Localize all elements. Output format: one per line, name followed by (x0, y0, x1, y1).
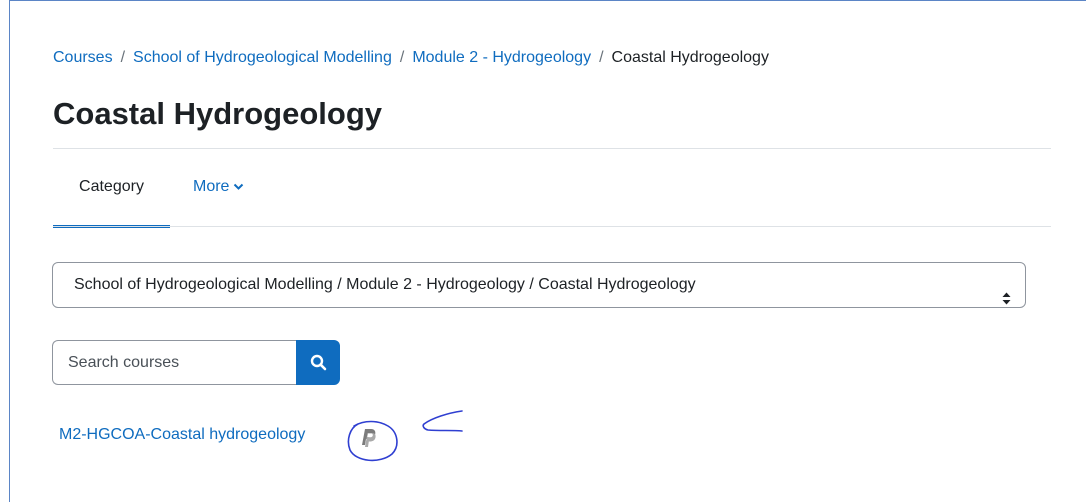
hand-drawn-annotation (347, 410, 463, 462)
search-input[interactable] (52, 340, 297, 385)
category-select[interactable]: School of Hydrogeological Modelling / Mo… (52, 262, 1026, 308)
breadcrumb: Courses / School of Hydrogeological Modell… (53, 49, 769, 67)
breadcrumb-separator: / (399, 49, 405, 66)
page-title: Coastal Hydrogeology (53, 96, 382, 131)
tab-more[interactable]: More (193, 149, 244, 225)
breadcrumb-item-courses[interactable]: Courses (53, 49, 113, 66)
course-search (52, 340, 340, 385)
divider (53, 226, 1051, 227)
breadcrumb-separator: / (599, 49, 604, 66)
tab-more-label: More (193, 178, 230, 196)
category-select-value: School of Hydrogeological Modelling / Mo… (74, 276, 696, 293)
breadcrumb-current: Coastal Hydrogeology (611, 49, 769, 66)
breadcrumb-item-module[interactable]: Module 2 - Hydrogeology (412, 49, 591, 66)
tab-category-label: Category (79, 178, 144, 195)
breadcrumb-separator: / (120, 49, 126, 66)
secondary-navigation: Category More (53, 149, 1051, 228)
chevron-down-icon (233, 149, 244, 225)
search-icon (310, 354, 327, 371)
course-link[interactable]: M2-HGCOA-Coastal hydrogeology (59, 426, 305, 444)
tab-category[interactable]: Category (53, 149, 170, 228)
breadcrumb-item-school[interactable]: School of Hydrogeological Modelling (133, 49, 392, 66)
search-button[interactable] (296, 340, 340, 385)
sort-updown-icon (1002, 279, 1011, 323)
